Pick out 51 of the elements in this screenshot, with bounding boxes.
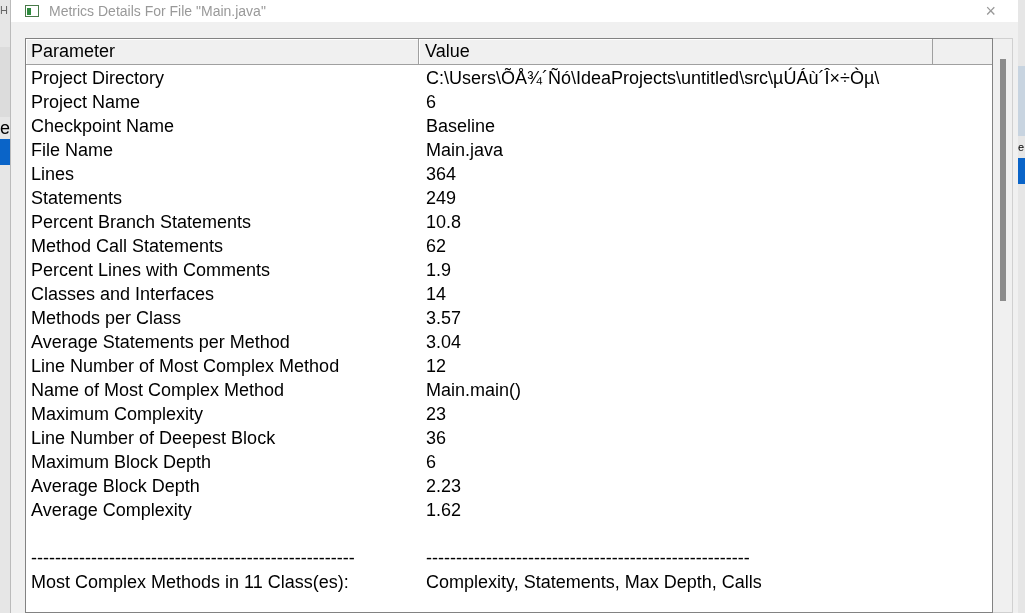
parameter-cell-text: Line Number of Deepest Block [30, 426, 277, 450]
column-header[interactable]: Parameter [26, 39, 419, 64]
parameter-cell-text: Maximum Complexity [30, 402, 205, 426]
value-cell-text: 23 [425, 402, 447, 426]
parameter-cell-text: Statements [30, 186, 124, 210]
value-cell-text: C:\Users\ÕÅ¾´Ñó\IdeaProjects\untitled\src\µÚÁù´Î×÷Òµ\ [425, 66, 880, 90]
parameter-cell-text: ------------------------------------------------------ [30, 546, 356, 570]
value-cell-text: Complexity, Statements, Max Depth, Calls [425, 570, 762, 594]
background-text: e [1018, 140, 1025, 155]
value-cell-text: ------------------------------------------------------ [425, 546, 750, 570]
parameter-cell-text: Checkpoint Name [30, 114, 176, 138]
parameter-cell-text: Methods per Class [30, 306, 183, 330]
parameter-cell-text: Average Block Depth [30, 474, 201, 498]
parameter-cell-text: Average Statements per Method [30, 330, 291, 354]
parameter-cell-text: Name of Most Complex Method [30, 378, 286, 402]
value-cell-text: 14 [425, 282, 447, 306]
window-title: Metrics Details For File "Main.java" [49, 1, 267, 21]
value-cell-text: 36 [425, 426, 447, 450]
parameter-cell-text: Percent Branch Statements [30, 210, 253, 234]
parameter-cell-text: Average Complexity [30, 498, 193, 522]
scrollbar[interactable] [993, 38, 1013, 613]
value-cell-text: 3.04 [425, 330, 462, 354]
value-cell-text: 10.8 [425, 210, 462, 234]
value-cell-text: 3.57 [425, 306, 462, 330]
parameter-cell-text: Maximum Block Depth [30, 450, 213, 474]
background-text: e [0, 116, 10, 139]
parameter-cell-text: Percent Lines with Comments [30, 258, 272, 282]
value-cell-text: 62 [425, 234, 447, 258]
value-cell-text: Main.main() [425, 378, 522, 402]
column-header[interactable]: Value [419, 39, 933, 64]
parameter-cell-text: Project Name [30, 90, 142, 114]
parameter-cell-text: Method Call Statements [30, 234, 225, 258]
parameter-cell-text: Project Directory [30, 66, 166, 90]
value-cell-text: 2.23 [425, 474, 462, 498]
parameter-cell-text: Line Number of Most Complex Method [30, 354, 341, 378]
background-text: H [0, 3, 9, 18]
parameter-cell-text: Most Complex Methods in 11 Class(es): [30, 570, 350, 594]
value-cell-text: 6 [425, 450, 436, 474]
scrollbar-thumb[interactable] [999, 59, 1006, 301]
value-cell-text: Main.java [425, 138, 504, 162]
value-cell-text: 1.62 [425, 498, 462, 522]
value-cell-text: 1.9 [425, 258, 452, 282]
app-icon [25, 5, 39, 17]
value-cell-text: Baseline [425, 114, 496, 138]
value-cell-text: 6 [425, 90, 436, 114]
value-cell-text: 12 [425, 354, 447, 378]
parameter-cell-text: File Name [30, 138, 115, 162]
parameter-cell-text: Classes and Interfaces [30, 282, 216, 306]
value-cell-text: 249 [425, 186, 457, 210]
value-cell-text: 364 [425, 162, 457, 186]
parameter-cell-text: Lines [30, 162, 76, 186]
